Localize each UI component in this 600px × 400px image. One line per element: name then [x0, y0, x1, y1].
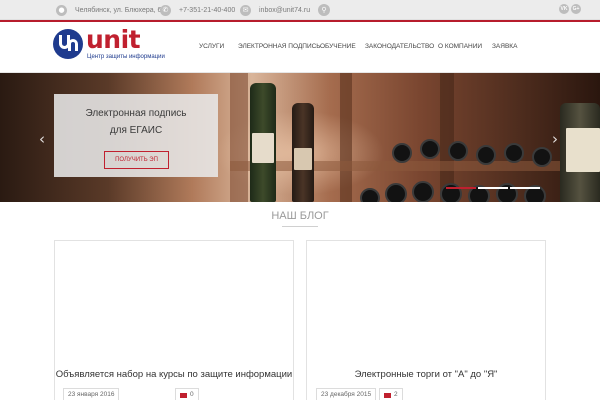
vk-icon[interactable]: VK	[559, 4, 569, 14]
comment-icon	[384, 392, 391, 398]
address-item: ● Челябинск, ул. Блюхера, 69	[56, 3, 165, 17]
email-link[interactable]: inbox@unit74.ru	[259, 7, 310, 14]
email-item[interactable]: ✉ inbox@unit74.ru	[240, 3, 310, 17]
blog-post-comments[interactable]: 0	[175, 388, 199, 400]
blog-post-title[interactable]: Электронные торги от "А" до "Я"	[307, 369, 545, 380]
site-header: unit Центр защиты информации Услуги Элек…	[0, 22, 600, 72]
google-plus-icon[interactable]: G+	[571, 4, 581, 14]
blog-card[interactable]: Электронные торги от "А" до "Я" 23 декаб…	[306, 240, 546, 400]
phone-icon: ✆	[160, 4, 171, 16]
slide-title-line2: для ЕГАИС	[109, 125, 163, 136]
slide-caption: Электронная подпись для ЕГАИС Получить Э…	[54, 94, 218, 177]
nav-item-services[interactable]: Услуги	[199, 43, 224, 50]
blog-heading: Наш блог	[271, 210, 329, 222]
blog-post-date: 23 декабря 2015	[316, 388, 377, 400]
slider-next-icon[interactable]: ›	[552, 130, 558, 148]
hero-slider[interactable]: ‹ › Электронная подпись для ЕГАИС Получи…	[0, 73, 600, 202]
logo-subtitle: Центр защиты информации	[87, 54, 165, 60]
address-text: Челябинск, ул. Блюхера, 69	[75, 6, 166, 14]
search-icon[interactable]: ⚲	[318, 4, 330, 16]
blog-post-comments[interactable]: 2	[379, 388, 403, 400]
location-icon: ●	[56, 4, 67, 16]
phone-text[interactable]: +7-351-21-40-400	[179, 7, 235, 14]
logo-text[interactable]: unit	[86, 26, 141, 54]
nav-item-training[interactable]: Обучение	[320, 43, 356, 50]
nav-item-legislation[interactable]: Законодательство	[365, 43, 434, 50]
blog-post-title[interactable]: Объявляется набор на курсы по защите инф…	[55, 369, 293, 380]
search-button[interactable]: ⚲	[318, 3, 330, 17]
blog-heading-underline	[282, 226, 318, 227]
slide-title-line1: Электронная подпись	[85, 108, 187, 119]
blog-card[interactable]: Объявляется набор на курсы по защите инф…	[54, 240, 294, 400]
slider-prev-icon[interactable]: ‹	[39, 130, 45, 148]
blog-post-date: 23 января 2016	[63, 388, 120, 400]
slider-indicator-1[interactable]	[446, 187, 476, 189]
logo-icon[interactable]	[53, 29, 83, 59]
nav-item-about[interactable]: О компании	[438, 43, 482, 50]
slider-indicator-3[interactable]	[510, 187, 540, 189]
mail-icon: ✉	[240, 4, 251, 16]
slider-indicator-2[interactable]	[478, 187, 508, 189]
top-bar: ● Челябинск, ул. Блюхера, 69 ✆ +7-351-21…	[0, 0, 600, 20]
comment-icon	[180, 392, 187, 398]
phone-item[interactable]: ✆ +7-351-21-40-400	[160, 3, 235, 17]
get-signature-button[interactable]: Получить ЭП	[104, 151, 169, 169]
comment-count: 2	[394, 391, 398, 398]
nav-item-request[interactable]: Заявка	[492, 43, 517, 50]
comment-count: 0	[190, 391, 194, 398]
nav-item-e-signature[interactable]: Электронная подпись	[238, 43, 321, 50]
